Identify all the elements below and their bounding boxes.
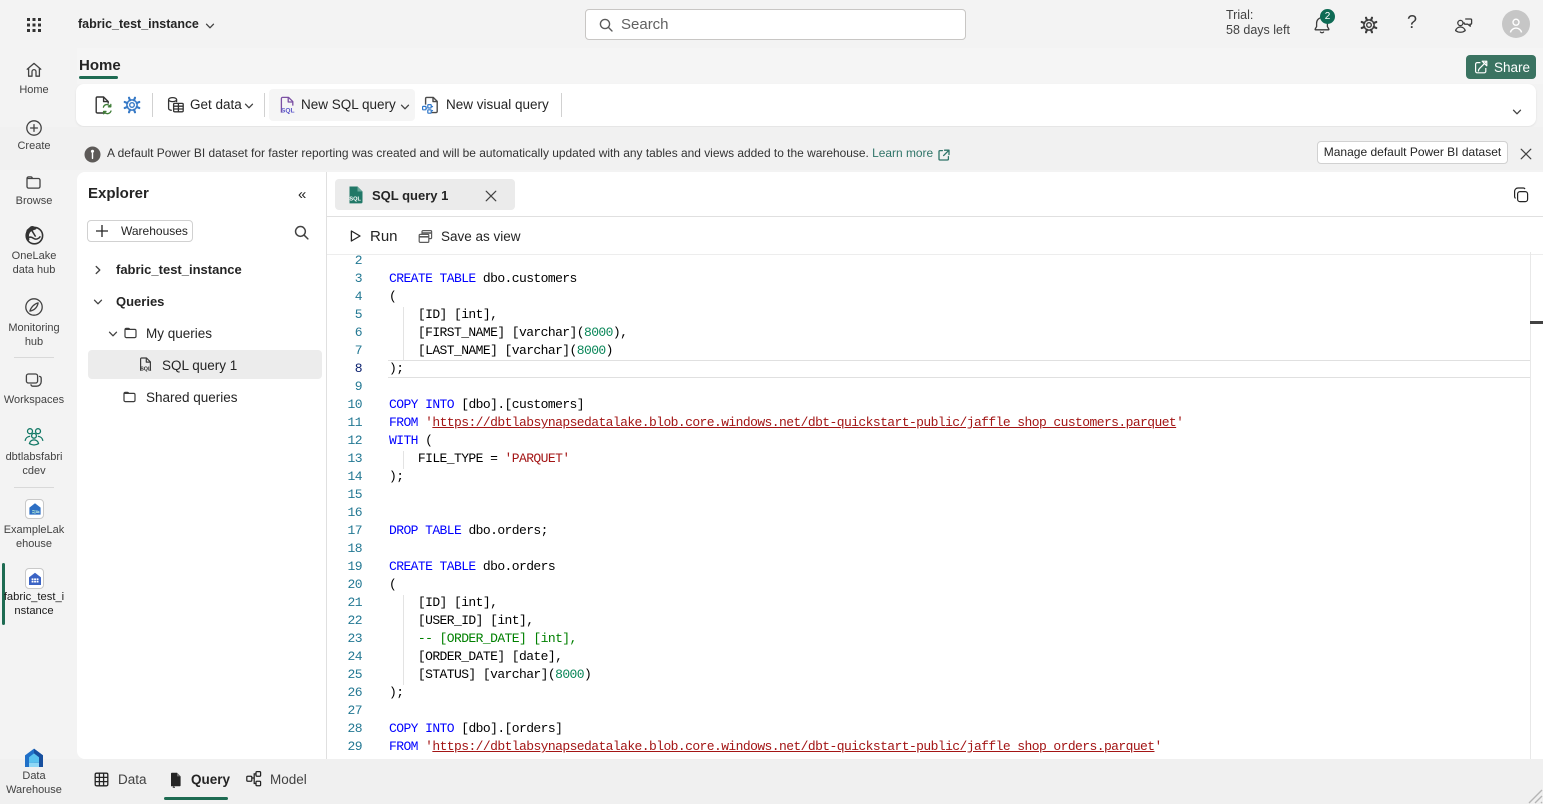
- svg-text:SQL: SQL: [281, 107, 295, 114]
- svg-text:SQL: SQL: [349, 196, 361, 202]
- svg-text:SQL: SQL: [140, 367, 152, 373]
